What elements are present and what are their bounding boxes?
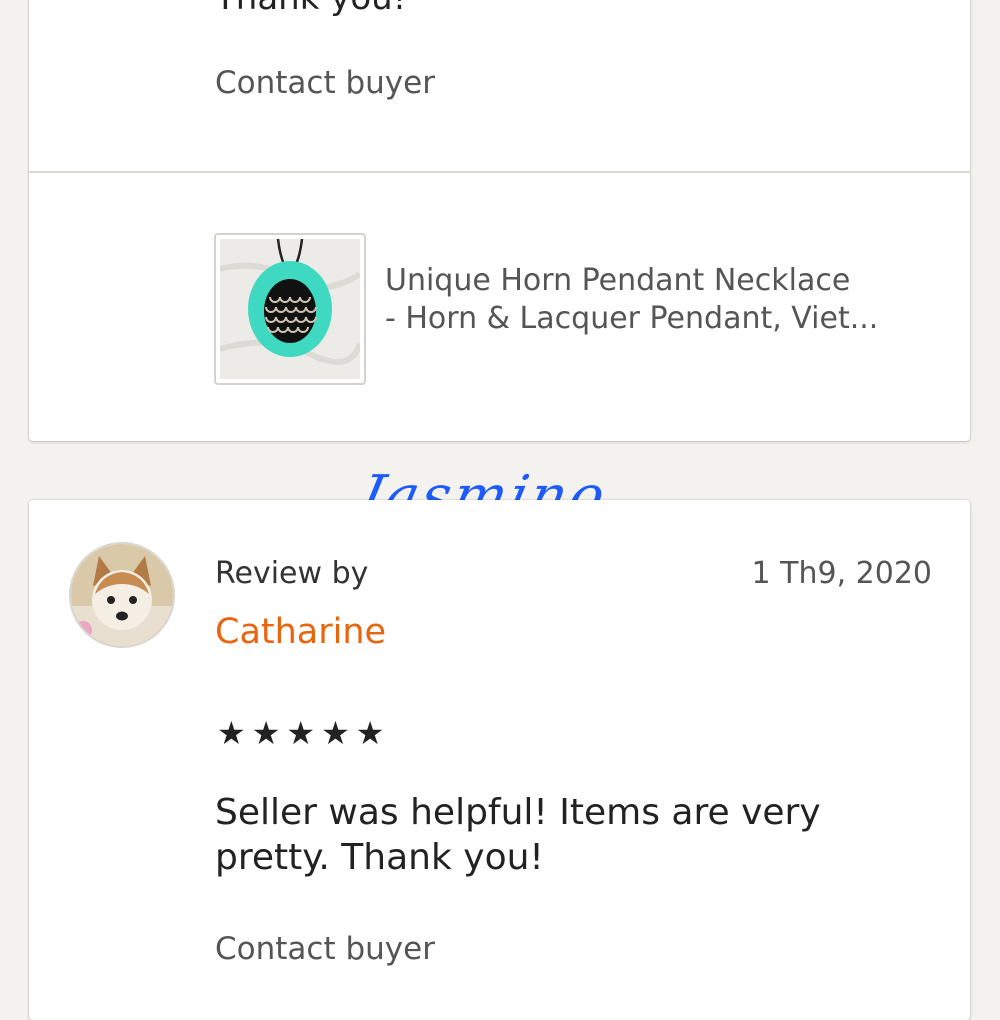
listing-title-line1: Unique Horn Pendant Necklace [385,263,851,298]
review-card-top: Thank you! Contact buyer Unique Horn Pen… [29,0,970,441]
pendant-image [220,239,360,379]
review-date: 1 Th9, 2020 [751,556,932,591]
review-card-bottom: Review by 1 Th9, 2020 Catharine ★★★★★ Se… [29,500,970,1020]
avatar[interactable] [69,542,175,648]
review-text: Seller was helpful! Items are very prett… [215,792,821,878]
listing-thumbnail[interactable] [214,233,366,385]
contact-buyer-link[interactable]: Contact buyer [215,65,435,101]
star-rating: ★★★★★ [217,714,391,752]
card-divider [29,171,970,173]
dog-avatar-image [71,544,173,646]
review-text-partial: Thank you! [215,0,406,18]
review-by-label: Review by [215,556,369,591]
contact-buyer-link[interactable]: Contact buyer [215,931,435,967]
listing-title-link[interactable]: Unique Horn Pendant Necklace - Horn & La… [385,262,925,338]
listing-title-line2: - Horn & Lacquer Pendant, Viet... [385,301,879,336]
reviewer-name-link[interactable]: Catharine [215,612,386,652]
